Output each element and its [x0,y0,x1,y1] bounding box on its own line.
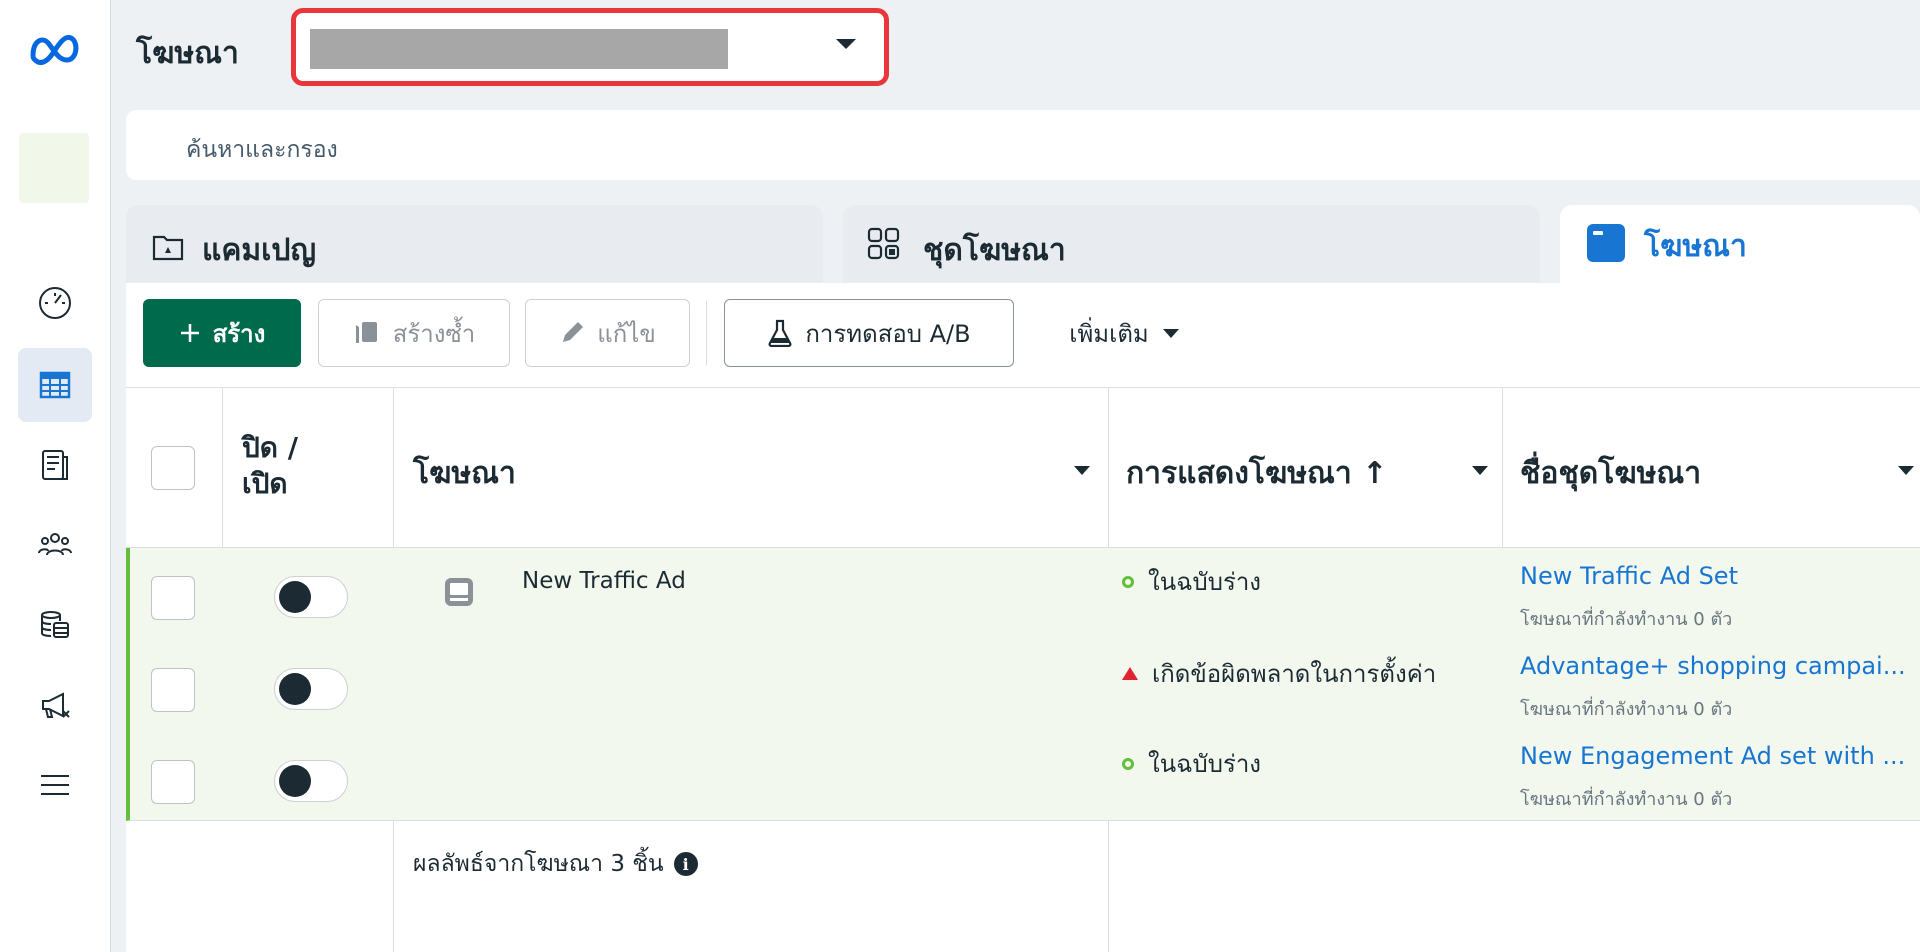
ad-set-active-count: โฆษณาที่กำลังทำงาน 0 ตัว [1520,609,1733,630]
tab-ads-label: โฆษณา [1644,229,1747,264]
more-dropdown-button[interactable]: เพิ่มเติม [1044,299,1204,367]
search-input-placeholder: ค้นหาและกรอง [186,137,338,163]
ad-set-link[interactable]: New Engagement Ad set with ... [1520,742,1905,770]
chevron-down-icon[interactable] [1898,466,1914,475]
page-header: โฆษณา [111,0,1920,105]
create-button-label: สร้าง [212,319,266,348]
tab-ads[interactable]: โฆษณา [1560,205,1920,285]
ads-table-panel: สร้าง สร้างซ้ำ แก้ไข การทดสอบ A/B เพิ่มเ… [126,283,1920,952]
ad-set-grid-icon [867,227,901,265]
tab-campaigns-label: แคมเปญ [202,233,317,268]
on-off-toggle[interactable] [274,760,348,802]
row-checkbox[interactable] [151,576,195,620]
pencil-icon [559,320,585,346]
info-icon[interactable]: i [673,852,698,876]
chevron-down-icon[interactable] [1074,466,1090,475]
results-summary-label: ผลลัพธ์จากโฆษณา 3 ชิ้น [413,851,664,877]
ab-test-button[interactable]: การทดสอบ A/B [724,299,1014,367]
delivery-status: ในฉบับร่าง [1122,562,1261,601]
ad-icon [1586,223,1626,267]
ad-account-selector[interactable] [291,8,889,86]
column-header-delivery[interactable]: การแสดงโฆษณา ↑ [1126,450,1387,497]
audiences-people-icon[interactable] [18,508,92,582]
ad-set-active-count: โฆษณาที่กำลังทำงาน 0 ตัว [1520,789,1733,810]
ad-set-link[interactable]: New Traffic Ad Set [1520,562,1738,590]
page-title: โฆษณา [136,36,239,71]
edit-button-label: แก้ไข [597,319,656,348]
duplicate-icon [353,320,381,346]
duplicate-button-label: สร้างซ้ำ [392,319,476,348]
column-header-ad[interactable]: โฆษณา [413,450,516,497]
menu-hamburger-icon[interactable] [18,748,92,822]
toolbar-divider [706,301,707,365]
ad-preview-icon [443,576,475,612]
flask-icon [767,319,793,347]
edit-button[interactable]: แก้ไข [525,299,690,367]
on-off-toggle[interactable] [274,576,348,618]
left-navigation-rail [0,0,111,952]
row-checkbox[interactable] [151,668,195,712]
draft-status-dot-icon [1122,575,1134,588]
tab-ad-sets-label: ชุดโฆษณา [923,233,1066,268]
ads-manager-table-icon[interactable] [18,348,92,422]
chevron-down-icon [1162,328,1179,338]
column-header-toggle[interactable]: ปิด / เปิด [242,430,298,502]
table-header-row: ปิด / เปิด โฆษณา การแสดงโฆษณา ↑ ชื่อชุดโ… [126,388,1920,548]
row-checkbox[interactable] [151,760,195,804]
column-header-ad-set-name[interactable]: ชื่อชุดโฆษณา [1520,450,1701,497]
campaign-folder-icon [152,233,184,265]
ads-table: ปิด / เปิด โฆษณา การแสดงโฆษณา ↑ ชื่อชุดโ… [126,387,1920,952]
delivery-status-label: เกิดข้อผิดพลาดในการตั้งค่า [1152,660,1437,688]
search-filter-bar[interactable]: ค้นหาและกรอง [126,110,1920,180]
meta-logo-icon[interactable] [27,30,85,70]
tab-campaigns[interactable]: แคมเปญ [126,205,823,285]
tab-ad-sets[interactable]: ชุดโฆษณา [843,205,1540,285]
chevron-down-icon[interactable] [1472,466,1488,475]
draft-status-dot-icon [1122,757,1134,770]
delivery-status-label: ในฉบับร่าง [1148,750,1262,778]
ad-name[interactable]: New Traffic Ad [522,568,686,594]
ad-set-link[interactable]: Advantage+ shopping campai... [1520,652,1906,680]
select-all-checkbox[interactable] [151,446,195,490]
delivery-status: ในฉบับร่าง [1122,744,1261,783]
create-button[interactable]: สร้าง [143,299,301,367]
ab-test-button-label: การทดสอบ A/B [805,319,971,348]
megaphone-settings-icon[interactable] [18,668,92,742]
dashboard-gauge-icon[interactable] [18,266,92,340]
reports-document-icon[interactable] [18,428,92,502]
plus-icon [179,322,201,344]
chevron-down-icon [836,39,856,49]
error-triangle-icon [1122,667,1138,680]
results-summary: ผลลัพธ์จากโฆษณา 3 ชิ้น i [413,846,698,882]
more-button-label: เพิ่มเติม [1069,319,1149,348]
account-name-redacted [310,29,728,69]
table-rows: New Traffic Ad ในฉบับร่าง เกิดข้อผิดพลาด… [126,548,1920,821]
billing-database-icon[interactable] [18,588,92,662]
ad-set-active-count: โฆษณาที่กำลังทำงาน 0 ตัว [1520,699,1733,720]
account-avatar[interactable] [19,133,89,203]
delivery-status: เกิดข้อผิดพลาดในการตั้งค่า [1122,654,1436,693]
delivery-status-label: ในฉบับร่าง [1148,568,1262,596]
duplicate-button[interactable]: สร้างซ้ำ [318,299,510,367]
on-off-toggle[interactable] [274,668,348,710]
